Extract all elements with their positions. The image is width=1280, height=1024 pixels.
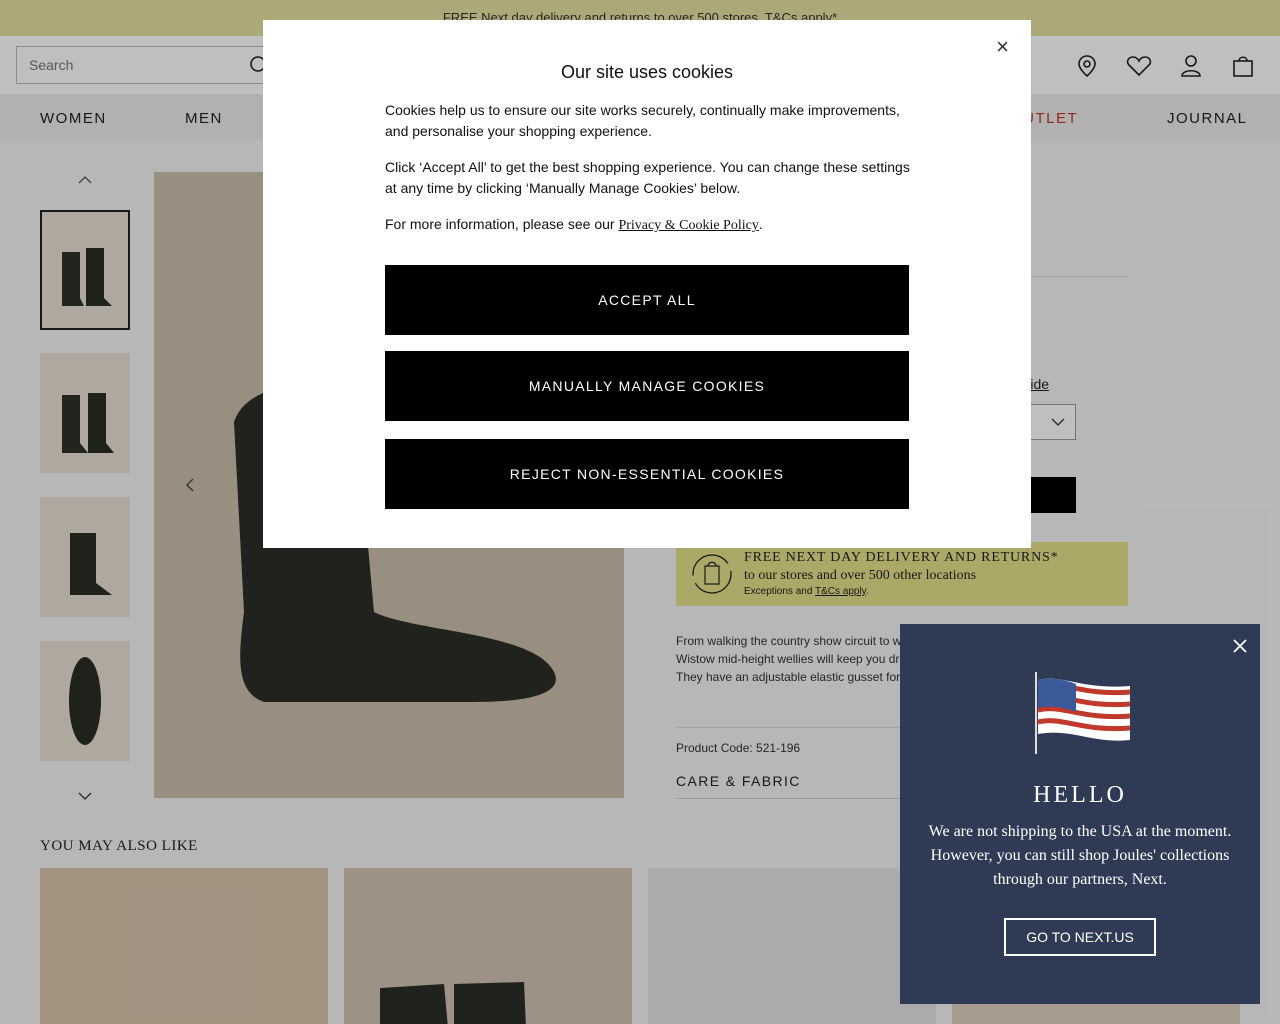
cookie-paragraph-2: Click ‘Accept All’ to get the best shopp… [385, 159, 910, 196]
us-flag-icon [1032, 670, 1132, 761]
region-popup: HELLO We are not shipping to the USA at … [900, 624, 1260, 1004]
cookie-modal-title: Our site uses cookies [560, 62, 734, 82]
region-popup-message: We are not shipping to the USA at the mo… [928, 823, 1232, 888]
cookie-consent-modal: × Our site uses cookies Cookies help us … [263, 20, 1031, 548]
manually-manage-cookies-button[interactable]: MANUALLY MANAGE COOKIES [385, 351, 909, 421]
close-icon[interactable]: × [996, 34, 1009, 60]
region-popup-title: HELLO [1033, 782, 1127, 808]
privacy-policy-link[interactable]: Privacy & Cookie Policy [618, 218, 758, 233]
cookie-paragraph-1: Cookies help us to ensure our site works… [385, 102, 900, 139]
go-to-next-button[interactable]: GO TO NEXT.US [1004, 918, 1156, 956]
cookie-paragraph-3-prefix: For more information, please see our [385, 216, 619, 232]
cookie-paragraph-3: For more information, please see our Pri… [385, 214, 915, 236]
cookie-paragraph-3-suffix: . [758, 216, 763, 232]
accept-all-button[interactable]: ACCEPT ALL [385, 265, 909, 335]
reject-non-essential-button[interactable]: REJECT NON-ESSENTIAL COOKIES [385, 439, 909, 509]
close-icon[interactable] [1232, 638, 1248, 659]
